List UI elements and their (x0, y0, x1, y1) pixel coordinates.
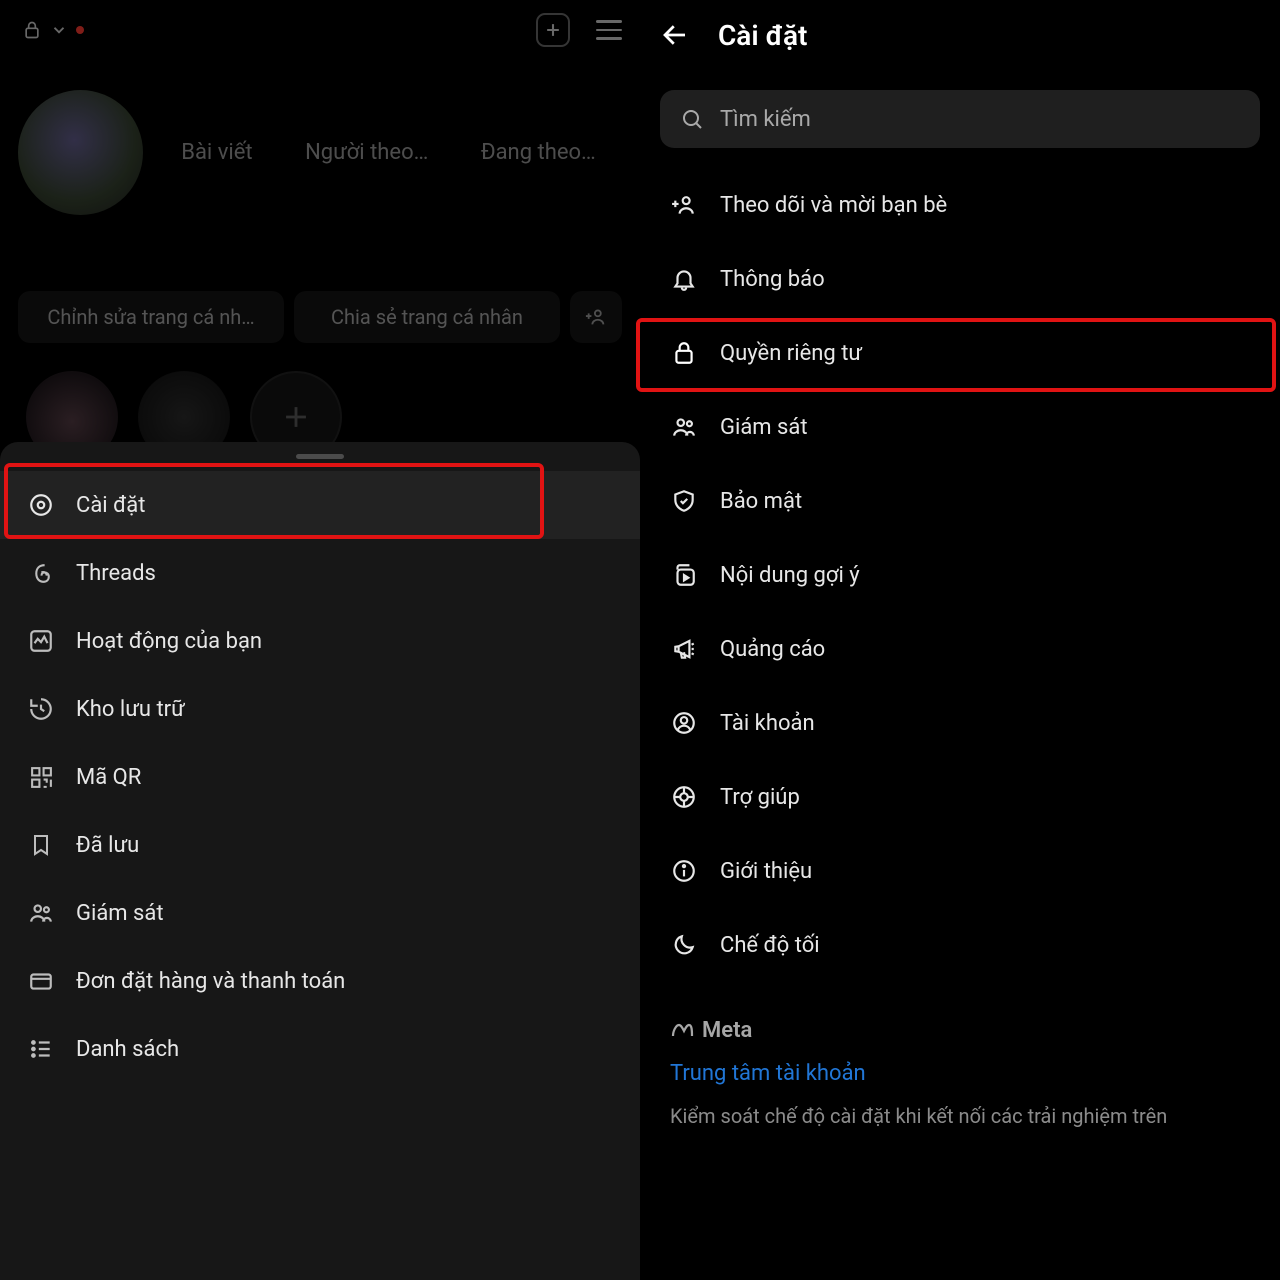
search-placeholder: Tìm kiếm (720, 107, 811, 132)
lock-icon (670, 339, 698, 367)
settings-label: Nội dung gợi ý (720, 563, 860, 588)
hamburger-icon[interactable] (596, 20, 622, 40)
bell-icon (670, 265, 698, 293)
media-icon (670, 561, 698, 589)
settings-item-suggested[interactable]: Nội dung gợi ý (640, 538, 1280, 612)
payment-icon (28, 968, 54, 994)
settings-label: Giám sát (720, 415, 808, 440)
settings-label: Chế độ tối (720, 933, 820, 958)
pane-settings: Cài đặt Tìm kiếm Theo dõi và mời bạn bè … (640, 0, 1280, 1280)
back-button[interactable] (660, 20, 690, 50)
sheet-label: Threads (76, 561, 156, 586)
sheet-label: Đơn đặt hàng và thanh toán (76, 969, 345, 994)
sheet-handle[interactable] (296, 454, 344, 459)
share-profile-button[interactable]: Chia sẻ trang cá nhân (294, 291, 560, 343)
meta-footer: Meta Trung tâm tài khoản Kiểm soát chế đ… (640, 990, 1280, 1130)
settings-item-account[interactable]: Tài khoản (640, 686, 1280, 760)
settings-label: Quảng cáo (720, 637, 825, 662)
sheet-item-threads[interactable]: Threads (0, 539, 640, 607)
sheet-label: Mã QR (76, 765, 141, 790)
search-input[interactable]: Tìm kiếm (660, 90, 1260, 148)
meta-icon (670, 1019, 694, 1043)
profile-header (0, 0, 640, 60)
avatar[interactable] (18, 90, 143, 215)
settings-item-about[interactable]: Giới thiệu (640, 834, 1280, 908)
sheet-item-archive[interactable]: Kho lưu trữ (0, 675, 640, 743)
chevron-down-icon[interactable] (50, 21, 68, 39)
settings-label: Trợ giúp (720, 785, 800, 810)
pane-profile: Bài viết Người theo… Đang theo… Chỉnh sử… (0, 0, 640, 1280)
threads-icon (28, 560, 54, 586)
meta-label: Meta (702, 1018, 752, 1043)
meta-description: Kiểm soát chế độ cài đặt khi kết nối các… (670, 1102, 1250, 1130)
settings-item-ads[interactable]: Quảng cáo (640, 612, 1280, 686)
page-title: Cài đặt (718, 19, 807, 52)
settings-item-notifications[interactable]: Thông báo (640, 242, 1280, 316)
archive-icon (28, 696, 54, 722)
sheet-label: Giám sát (76, 901, 164, 926)
settings-item-follow[interactable]: Theo dõi và mời bạn bè (640, 168, 1280, 242)
stat-following[interactable]: Đang theo… (481, 140, 596, 165)
moon-icon (670, 931, 698, 959)
settings-item-security[interactable]: Bảo mật (640, 464, 1280, 538)
settings-label: Tài khoản (720, 711, 815, 736)
sheet-label: Danh sách (76, 1037, 179, 1062)
supervision-icon (670, 413, 698, 441)
shield-icon (670, 487, 698, 515)
settings-item-supervision[interactable]: Giám sát (640, 390, 1280, 464)
settings-label: Thông báo (720, 267, 825, 292)
sheet-item-qr[interactable]: Mã QR (0, 743, 640, 811)
settings-label: Giới thiệu (720, 859, 812, 884)
info-icon (670, 857, 698, 885)
sheet-label: Cài đặt (76, 493, 145, 518)
settings-label: Quyền riêng tư (720, 341, 862, 366)
gear-icon (28, 492, 54, 518)
settings-item-privacy[interactable]: Quyền riêng tư (640, 316, 1280, 390)
qr-icon (28, 764, 54, 790)
activity-icon (28, 628, 54, 654)
sheet-item-settings[interactable]: Cài đặt (0, 471, 640, 539)
settings-label: Bảo mật (720, 489, 802, 514)
profile-row: Bài viết Người theo… Đang theo… (0, 60, 640, 215)
lock-icon (22, 20, 42, 40)
edit-profile-button[interactable]: Chỉnh sửa trang cá nh… (18, 291, 284, 343)
bookmark-icon (28, 832, 54, 858)
search-icon (680, 107, 704, 131)
settings-item-dark[interactable]: Chế độ tối (640, 908, 1280, 982)
stat-posts[interactable]: Bài viết (181, 140, 252, 165)
notification-dot (76, 26, 84, 34)
sheet-label: Hoạt động của bạn (76, 629, 262, 654)
sheet-item-supervision[interactable]: Giám sát (0, 879, 640, 947)
settings-item-help[interactable]: Trợ giúp (640, 760, 1280, 834)
sheet-item-activity[interactable]: Hoạt động của bạn (0, 607, 640, 675)
create-button[interactable] (536, 13, 570, 47)
add-person-icon (670, 191, 698, 219)
list-icon (28, 1036, 54, 1062)
sheet-label: Kho lưu trữ (76, 697, 185, 722)
sheet-item-list[interactable]: Danh sách (0, 1015, 640, 1083)
stat-followers[interactable]: Người theo… (305, 140, 428, 165)
sheet-label: Đã lưu (76, 833, 139, 858)
person-icon (670, 709, 698, 737)
settings-header: Cài đặt (640, 0, 1280, 70)
sheet-item-orders[interactable]: Đơn đặt hàng và thanh toán (0, 947, 640, 1015)
help-icon (670, 783, 698, 811)
megaphone-icon (670, 635, 698, 663)
discover-people-button[interactable] (570, 291, 622, 343)
sheet-item-saved[interactable]: Đã lưu (0, 811, 640, 879)
settings-label: Theo dõi và mời bạn bè (720, 193, 947, 218)
account-center-link[interactable]: Trung tâm tài khoản (670, 1061, 1250, 1086)
bottom-sheet: Cài đặt Threads Hoạt động của bạn Kho lư… (0, 442, 640, 1280)
supervision-icon (28, 900, 54, 926)
